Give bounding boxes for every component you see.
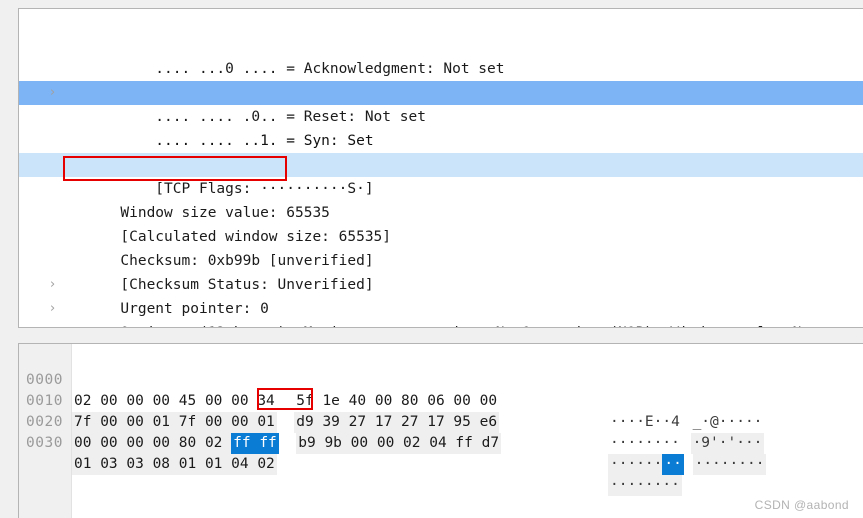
hex-bytes-left[interactable]: 7f 00 00 01 7f 00 00 01 — [72, 412, 277, 433]
hex-ascii-right[interactable]: _·@····· — [691, 412, 765, 433]
hex-ascii[interactable]: ········ ·9'·'··· — [608, 433, 765, 454]
packet-bytes-pane[interactable]: 0000 02 00 00 00 45 00 00 34 5f 1e 40 00… — [18, 343, 863, 518]
hex-bytes-left[interactable]: 02 00 00 00 45 00 00 34 — [72, 391, 277, 412]
hex-ascii-left[interactable]: ········ — [608, 433, 682, 454]
watermark-label: CSDN @aabond — [754, 498, 849, 512]
expand-twisty-icon[interactable]: › — [50, 297, 62, 321]
tree-row-urgent-pointer[interactable]: Urgent pointer: 0 — [19, 249, 863, 317]
hex-bytes-right[interactable]: 5f 1e 40 00 80 06 00 00 — [294, 391, 499, 412]
tree-row[interactable]: .... .... ...0 = Fin: Not set — [19, 105, 863, 173]
hex-bytes-right[interactable]: d9 39 27 17 27 17 95 e6 — [294, 412, 500, 433]
hex-bytes[interactable]: 02 00 00 00 45 00 00 34 5f 1e 40 00 80 0… — [72, 391, 499, 412]
hex-ascii-left-prefix[interactable]: ······ — [608, 454, 663, 475]
hex-offset-label: 0030 — [26, 435, 63, 451]
hex-bytes-left[interactable]: 01 03 03 08 01 01 04 02 — [72, 454, 277, 475]
hex-bytes[interactable]: 01 03 03 08 01 01 04 02 — [72, 454, 277, 475]
tree-row-tcp-flags[interactable]: [TCP Flags: ··········S·] — [19, 129, 863, 197]
tree-row-options[interactable]: › Options: (12 bytes), Maximum segment s… — [19, 273, 863, 327]
expand-twisty-icon[interactable]: › — [50, 81, 62, 105]
hex-ascii-left[interactable]: ········ — [608, 475, 682, 496]
tree-row-checksum-status[interactable]: [Checksum Status: Unverified] — [19, 225, 863, 293]
hex-ascii-right[interactable]: ········ — [692, 454, 767, 475]
tree-row-checksum[interactable]: Checksum: 0xb99b [unverified] — [19, 201, 863, 269]
tree-row[interactable]: .... .... 0... = Push: Not set — [19, 33, 863, 101]
tree-row-label: Options: (12 bytes), Maximum segment siz… — [71, 321, 818, 327]
tree-row-calculated-window-size[interactable]: [Calculated window size: 65535] — [19, 177, 863, 245]
hex-bytes[interactable]: 00 00 00 00 80 02 ff ff b9 9b 00 00 02 0… — [72, 433, 502, 454]
tree-row[interactable]: .... ...0 .... = Acknowledgment: Not set — [19, 9, 863, 77]
hex-row[interactable]: 0010 7f 00 00 01 7f 00 00 01 d9 39 27 17… — [19, 370, 765, 454]
hex-bytes-right[interactable]: b9 9b 00 00 02 04 ff d7 — [296, 433, 502, 454]
wireshark-packet-view: .... ...0 .... = Acknowledgment: Not set… — [0, 0, 863, 518]
tree-row-timestamps[interactable]: › [Timestamps] — [19, 297, 863, 321]
tree-row[interactable]: .... .... .0.. = Reset: Not set — [19, 57, 863, 125]
tree-row-syn-flag[interactable]: › .... .... ..1. = Syn: Set — [19, 81, 863, 149]
hex-ascii-highlighted[interactable]: ·· — [662, 454, 684, 475]
hex-ascii-right[interactable]: ·9'·'··· — [690, 433, 765, 454]
hex-ascii[interactable]: ········ — [608, 475, 682, 496]
hex-bytes[interactable]: 7f 00 00 01 7f 00 00 01 d9 39 27 17 27 1… — [72, 412, 500, 433]
tree-row-window-size-value[interactable]: Window size value: 65535 — [19, 153, 863, 221]
hex-ascii-left[interactable]: ····E··4 — [608, 412, 682, 433]
hex-row-selected[interactable]: 0020 00 00 00 00 80 02 ff ff b9 9b 00 00… — [19, 391, 767, 475]
packet-detail-pane[interactable]: .... ...0 .... = Acknowledgment: Not set… — [18, 8, 863, 328]
hex-row[interactable]: 0000 02 00 00 00 45 00 00 34 5f 1e 40 00… — [19, 349, 762, 430]
hex-ascii[interactable]: ······ ·· ········ — [608, 454, 767, 475]
hex-bytes-left-prefix[interactable]: 00 00 00 00 80 02 — [72, 433, 232, 454]
expand-twisty-icon[interactable]: › — [50, 273, 62, 297]
hex-row[interactable]: 0030 01 03 03 08 01 01 04 02 ········ — [19, 412, 682, 496]
hex-ascii[interactable]: ····E··4 _·@····· — [608, 412, 764, 433]
hex-bytes-highlighted[interactable]: ff ff — [231, 433, 279, 454]
